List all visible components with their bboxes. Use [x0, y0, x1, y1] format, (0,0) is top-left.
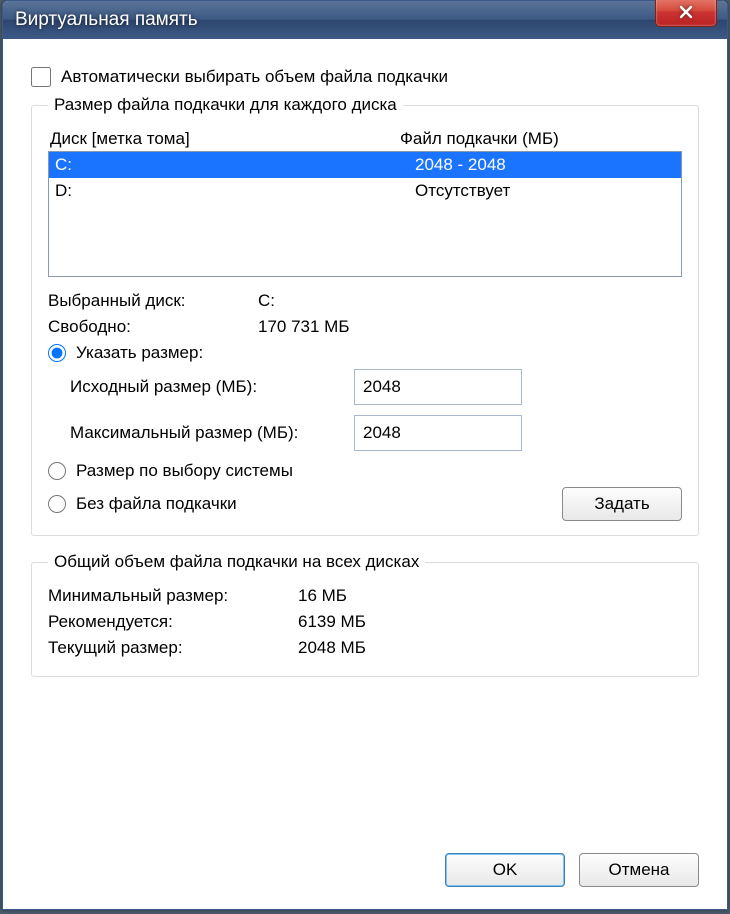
recommended-value: 6139 МБ	[298, 612, 366, 632]
free-space-label: Свободно:	[48, 317, 258, 337]
close-button[interactable]	[655, 0, 717, 27]
custom-size-label[interactable]: Указать размер:	[76, 343, 203, 363]
current-label: Текущий размер:	[48, 638, 298, 658]
client-area: Автоматически выбирать объем файла подка…	[11, 47, 719, 901]
cancel-button[interactable]: Отмена	[579, 853, 699, 887]
auto-manage-label[interactable]: Автоматически выбирать объем файла подка…	[61, 67, 448, 87]
custom-size-radio[interactable]	[48, 344, 66, 362]
title-bar: Виртуальная память	[3, 1, 727, 39]
auto-manage-checkbox[interactable]	[31, 67, 51, 87]
free-space-value: 170 731 МБ	[258, 317, 350, 337]
recommended-label: Рекомендуется:	[48, 612, 298, 632]
no-paging-radio[interactable]	[48, 495, 66, 513]
system-managed-radio[interactable]	[48, 462, 66, 480]
set-button[interactable]: Задать	[562, 487, 682, 521]
maximum-size-label: Максимальный размер (МБ):	[70, 423, 354, 443]
disk-row[interactable]: C: 2048 - 2048	[49, 152, 681, 178]
dialog-buttons: OK Отмена	[445, 853, 699, 887]
disk-cell: C:	[55, 152, 415, 178]
virtual-memory-dialog: Виртуальная память Автоматически выбират…	[2, 0, 728, 910]
per-disk-group: Размер файла подкачки для каждого диска …	[31, 95, 699, 536]
close-icon	[679, 5, 693, 19]
disk-cell: D:	[55, 178, 415, 204]
initial-size-label: Исходный размер (МБ):	[70, 377, 354, 397]
minimum-label: Минимальный размер:	[48, 586, 298, 606]
maximum-size-input[interactable]	[354, 415, 522, 451]
col-disk-header: Диск [метка тома]	[50, 129, 400, 149]
per-disk-legend: Размер файла подкачки для каждого диска	[48, 95, 403, 115]
system-managed-label[interactable]: Размер по выбору системы	[76, 461, 293, 481]
disk-list[interactable]: C: 2048 - 2048 D: Отсутствует	[48, 151, 682, 277]
list-header: Диск [метка тома] Файл подкачки (МБ)	[50, 129, 680, 149]
initial-size-input[interactable]	[354, 369, 522, 405]
current-value: 2048 МБ	[298, 638, 366, 658]
pf-cell: Отсутствует	[415, 178, 675, 204]
minimum-value: 16 МБ	[298, 586, 347, 606]
totals-group: Общий объем файла подкачки на всех диска…	[31, 552, 699, 677]
selected-disk-value: C:	[258, 291, 275, 311]
totals-legend: Общий объем файла подкачки на всех диска…	[48, 552, 425, 572]
disk-row[interactable]: D: Отсутствует	[49, 178, 681, 204]
pf-cell: 2048 - 2048	[415, 152, 675, 178]
ok-button[interactable]: OK	[445, 853, 565, 887]
selected-disk-label: Выбранный диск:	[48, 291, 258, 311]
window-title: Виртуальная память	[15, 9, 198, 31]
col-pf-header: Файл подкачки (МБ)	[400, 129, 680, 149]
no-paging-label[interactable]: Без файла подкачки	[76, 494, 237, 514]
